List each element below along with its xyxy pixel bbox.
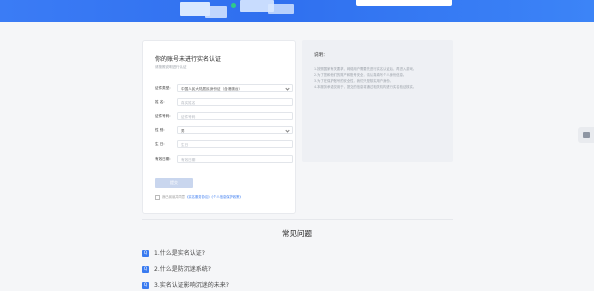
banner-illustration-block <box>268 4 294 14</box>
banner-dot <box>231 3 236 8</box>
faq-title: 常见问题 <box>282 229 312 238</box>
form-title: 你的账号未进行实名认证 <box>155 56 222 63</box>
banner-search-box[interactable] <box>356 0 452 6</box>
field-label: 证件号码: <box>155 114 171 118</box>
faq-question: 2.什么是防沉迷系统? <box>154 266 211 273</box>
instruction-line: 4.本服务承诺仅用于，提交的信息将通过相关机构进行实名验证核实。 <box>314 85 417 89</box>
field-label: 有效日期: <box>155 157 171 161</box>
hero-banner <box>0 0 594 22</box>
text-input[interactable]: 生日 <box>177 140 293 148</box>
message-icon <box>582 132 590 138</box>
form-row: 性 别: 男 <box>155 126 293 135</box>
select-field[interactable]: 男 <box>177 126 293 134</box>
field-label: 生 日: <box>155 142 165 146</box>
chevron-down-icon <box>285 128 290 133</box>
banner-illustration-block <box>205 6 227 18</box>
submit-button[interactable]: 提交 <box>155 178 193 188</box>
chevron-down-icon <box>285 86 290 91</box>
question-icon: Q <box>142 282 149 289</box>
question-icon: Q <box>142 250 149 257</box>
question-icon: Q <box>142 266 149 273</box>
field-value: 生日 <box>181 143 189 147</box>
verification-form: 你的账号未进行实名认证 请按照说明进行认证 证件类型: 中国人民大陆居民身份证（含… <box>142 40 296 214</box>
form-row: 姓 名: 真实姓名 <box>155 98 293 107</box>
form-row: 证件号码: 证件号码 <box>155 112 293 121</box>
field-value: 中国人民大陆居民身份证（含港澳台） <box>181 87 243 91</box>
privacy-policy-link[interactable]: 《个人信息保护政策》 <box>211 195 242 199</box>
field-value: 有效日期 <box>181 158 196 162</box>
instructions-panel: 说明： 1.按照国家有关要求，网络用户需要先进行实名认证后，再进入游戏。 2.为了… <box>302 40 453 162</box>
faq-item[interactable]: Q 3.实名认证影响沉迷的未来? <box>142 281 462 291</box>
field-label: 姓 名: <box>155 100 165 104</box>
agreement-line: 我已阅读并同意《实名服务协议》《个人信息保护政策》 <box>155 194 243 200</box>
form-subtitle: 请按照说明进行认证 <box>155 65 187 69</box>
instruction-line: 2.为了您和他们的财产和账号安全，请认真填写个人身份信息。 <box>314 73 407 77</box>
text-input[interactable]: 真实姓名 <box>177 98 293 106</box>
instruction-line: 3.为了在保护账号的安全性，我们只是核实用户身份。 <box>314 79 393 83</box>
form-row: 有效日期: 有效日期 <box>155 155 293 164</box>
faq-question: 3.实名认证影响沉迷的未来? <box>154 282 229 289</box>
faq-question: 1.什么是实名认证? <box>154 250 205 257</box>
agree-checkbox[interactable] <box>155 194 160 200</box>
instructions-title: 说明： <box>314 53 328 58</box>
field-value: 证件号码 <box>181 115 196 119</box>
instruction-line: 1.按照国家有关要求，网络用户需要先进行实名认证后，再进入游戏。 <box>314 67 417 71</box>
form-row: 证件类型: 中国人民大陆居民身份证（含港澳台） <box>155 84 293 93</box>
side-float-button[interactable] <box>578 127 594 143</box>
text-input[interactable]: 证件号码 <box>177 112 293 120</box>
field-value: 真实姓名 <box>181 101 196 105</box>
text-input[interactable]: 有效日期 <box>177 155 293 163</box>
faq-item[interactable]: Q 1.什么是实名认证? <box>142 249 462 259</box>
faq-item[interactable]: Q 2.什么是防沉迷系统? <box>142 265 462 275</box>
service-agreement-link[interactable]: 《实名服务协议》 <box>185 195 211 199</box>
field-value: 男 <box>181 129 185 133</box>
select-field[interactable]: 中国人民大陆居民身份证（含港澳台） <box>177 84 293 92</box>
field-label: 性 别: <box>155 128 165 132</box>
agree-text: 我已阅读并同意 <box>162 195 186 199</box>
field-label: 证件类型: <box>155 86 171 90</box>
form-row: 生 日: 生日 <box>155 140 293 149</box>
faq-divider <box>142 219 453 220</box>
